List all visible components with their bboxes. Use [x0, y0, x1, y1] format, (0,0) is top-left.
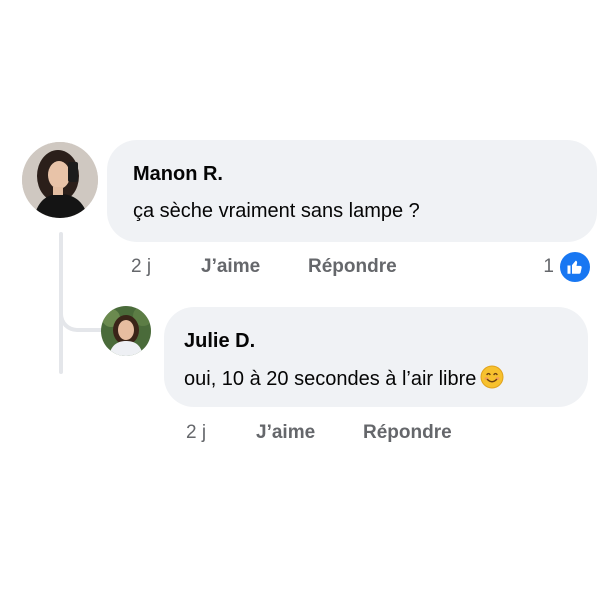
reply-text-line: oui, 10 à 20 secondes à l’air libre: [184, 365, 568, 396]
comment-text: ça sèche vraiment sans lampe ?: [133, 200, 420, 222]
reaction-count: 1: [543, 256, 554, 277]
comment-timestamp[interactable]: 2 j: [131, 256, 201, 278]
like-thumb-icon: [558, 250, 592, 284]
comment-author[interactable]: Manon R.: [133, 162, 571, 186]
reply-actions: 2 j J’aime Répondre: [186, 422, 452, 444]
thread-connector-curve: [59, 298, 103, 332]
reply-timestamp[interactable]: 2 j: [186, 422, 256, 444]
avatar-julie[interactable]: [101, 306, 151, 356]
reply-reply-button[interactable]: Répondre: [363, 422, 452, 444]
comment-reply-button[interactable]: Répondre: [308, 256, 397, 278]
reply-text: oui, 10 à 20 secondes à l’air libre: [184, 368, 477, 390]
comment-actions: 2 j J’aime Répondre: [131, 256, 397, 278]
reply-author[interactable]: Julie D.: [184, 329, 568, 353]
smiling-face-icon: [480, 365, 504, 396]
comment-thread: Manon R. ça sèche vraiment sans lampe ? …: [0, 0, 600, 600]
comment-like-button[interactable]: J’aime: [201, 256, 308, 278]
comment-reactions[interactable]: 1: [543, 250, 592, 284]
reply-bubble: Julie D. oui, 10 à 20 secondes à l’air l…: [164, 307, 588, 407]
reply-like-button[interactable]: J’aime: [256, 422, 363, 444]
comment-bubble: Manon R. ça sèche vraiment sans lampe ?: [107, 140, 597, 242]
avatar-manon[interactable]: [22, 142, 98, 218]
